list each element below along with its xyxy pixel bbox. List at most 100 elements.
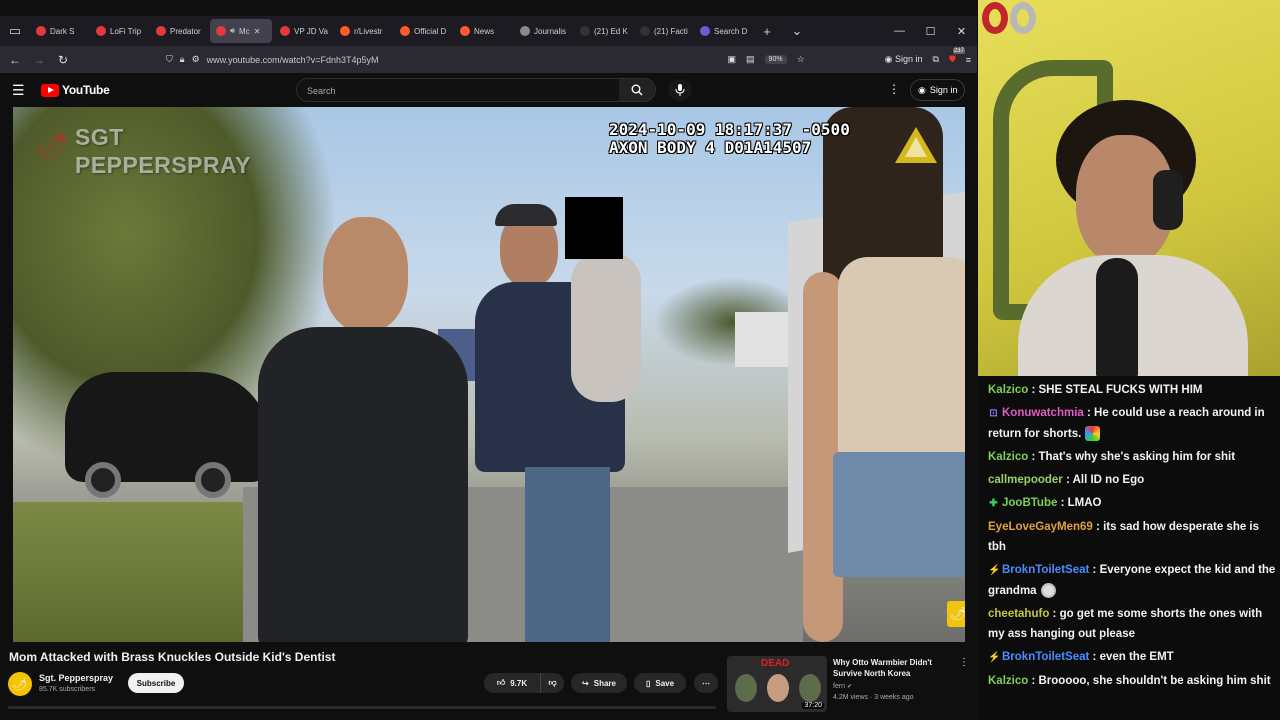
horizontal-scrollbar[interactable]: [8, 706, 716, 709]
chat-username[interactable]: Kalzico: [988, 675, 1028, 687]
window-controls: — ☐ ✕: [884, 25, 977, 38]
speaker-icon[interactable]: 🔊︎: [230, 26, 235, 36]
browser-window: ▭ Dark S LoFi Trip Predator 🔊︎ Mc ✕ VP JD Va r/…: [0, 0, 977, 720]
browser-tab[interactable]: LoFi Trip: [90, 19, 148, 43]
chat-username[interactable]: BroknToiletSeat: [1002, 651, 1089, 663]
person-sweatshirt: [258, 327, 468, 642]
chat-username[interactable]: callmepooder: [988, 474, 1063, 486]
search-icon: [631, 84, 643, 96]
save-button[interactable]: ▯ Save: [634, 673, 686, 693]
new-tab-button[interactable]: +: [752, 16, 782, 46]
picture-icon[interactable]: ▣: [728, 54, 737, 65]
chat-separator: :: [1062, 474, 1073, 486]
chat-text: LMAO: [1067, 497, 1102, 509]
tab-favicon-icon: [640, 26, 650, 36]
zoom-level[interactable]: 90%: [764, 55, 787, 64]
chat-username[interactable]: Kalzico: [988, 451, 1028, 463]
youtube-sign-in-button[interactable]: ◉ Sign in: [910, 79, 966, 101]
youtube-logo[interactable]: YouTube: [41, 83, 110, 97]
chat-badge-icon: ⚡: [988, 652, 1001, 663]
tab-favicon-icon: [156, 26, 166, 36]
hamburger-menu-icon[interactable]: ☰: [12, 82, 25, 99]
subscribe-button[interactable]: Subscribe: [128, 673, 184, 693]
chat-emote-icon: [1040, 583, 1056, 599]
reader-icon[interactable]: ▤: [746, 54, 755, 65]
settings-kebab-icon[interactable]: ⋮: [888, 82, 900, 96]
video-player[interactable]: 🌶︎ SGT PEPPERSPRAY 2024-10-09 18:17:37 -…: [13, 107, 965, 642]
lock-icon: 🔒︎: [179, 54, 185, 64]
chat-separator: :: [1089, 564, 1100, 576]
chat-username[interactable]: Konuwatchmia: [1002, 407, 1084, 419]
chat-username[interactable]: Kalzico: [988, 384, 1028, 396]
tab-label: Official D: [414, 26, 447, 36]
stream-chat: Kalzico : SHE STEAL FUCKS WITH HIM ⊡ Konuw…: [978, 376, 1280, 720]
youtube-play-icon: [41, 83, 59, 97]
channel-watermark-line2: PEPPERSPRAY: [75, 152, 251, 178]
tab-list-button[interactable]: ⌄: [782, 16, 812, 46]
browser-tab[interactable]: News: [454, 19, 512, 43]
account-sign-in[interactable]: ◉ Sign in: [885, 54, 923, 65]
chat-message: callmepooder : All ID no Ego: [988, 470, 1276, 490]
browser-tab[interactable]: r/Livestr: [334, 19, 392, 43]
maximize-button[interactable]: ☐: [915, 25, 946, 38]
recommended-video-thumbnail[interactable]: DEAD 37:20: [727, 656, 827, 712]
browser-tab[interactable]: (21) Facti: [634, 19, 692, 43]
chat-message: ✚ JooBTube : LMAO: [988, 493, 1276, 514]
chat-message: ⚡ BroknToiletSeat : Everyone expect the k…: [988, 560, 1276, 601]
browser-tab[interactable]: 🔊︎ Mc ✕: [210, 19, 272, 43]
voice-search-button[interactable]: [668, 79, 692, 101]
close-tab-icon[interactable]: ✕: [254, 27, 261, 36]
chat-message: Kalzico : That's why she's asking him fo…: [988, 447, 1276, 467]
chat-text: Brooooo, she shouldn't be asking him shi…: [1038, 675, 1271, 687]
car-wheel: [195, 462, 231, 498]
dislike-button[interactable]: 👎︎: [540, 673, 564, 693]
recommended-video-title[interactable]: Why Otto Warmbier Didn't Survive North K…: [833, 657, 951, 679]
recommended-more-icon[interactable]: ⋮: [959, 657, 969, 668]
search-button[interactable]: [619, 79, 655, 101]
tab-favicon-icon: [580, 26, 590, 36]
browser-tab[interactable]: Dark S: [30, 19, 88, 43]
share-button[interactable]: ↪ Share: [571, 673, 627, 693]
minimize-button[interactable]: —: [884, 25, 915, 38]
browser-tab[interactable]: Predator: [150, 19, 208, 43]
channel-avatar[interactable]: 🌶︎: [8, 672, 32, 696]
ublock-icon[interactable]: ⛊ 237: [949, 48, 965, 65]
video-scene-grass: [13, 502, 243, 642]
recommended-channel[interactable]: fern ✔: [833, 683, 852, 690]
share-icon: ↪: [582, 678, 589, 688]
bodycam-timestamp: 2024-10-09 18:17:37 -0500 AXON BODY 4 D0…: [609, 121, 850, 157]
tab-overview-icon[interactable]: ▭: [0, 16, 30, 46]
search-input[interactable]: Search: [297, 79, 619, 101]
close-window-button[interactable]: ✕: [946, 25, 977, 38]
shield-icon: ⛉: [166, 54, 173, 64]
browser-tab[interactable]: Journalis: [514, 19, 572, 43]
browser-tab[interactable]: Official D: [394, 19, 452, 43]
extensions-icon[interactable]: ⧉: [933, 54, 939, 65]
browser-tab[interactable]: Search D: [694, 19, 752, 43]
tab-label: r/Livestr: [354, 26, 383, 36]
chat-username[interactable]: BroknToiletSeat: [1002, 564, 1089, 576]
browser-tab[interactable]: VP JD Va: [274, 19, 332, 43]
more-actions-button[interactable]: ⋯: [694, 673, 718, 693]
like-button[interactable]: 👍︎ 9.7K: [484, 673, 540, 693]
screen: ▭ Dark S LoFi Trip Predator 🔊︎ Mc ✕ VP JD Va r/…: [0, 0, 1280, 720]
chat-username[interactable]: EyeLoveGayMen69: [988, 521, 1093, 533]
address-bar[interactable]: ⛉ 🔒︎ ⚙ www.youtube.com/watch?v=Fdnh3T4p5…: [78, 49, 722, 71]
chat-separator: :: [1028, 451, 1039, 463]
tab-favicon-icon: [520, 26, 530, 36]
channel-corner-logo-icon: 🌶︎: [947, 601, 965, 627]
chat-username[interactable]: JooBTube: [1002, 497, 1057, 509]
reload-button[interactable]: ↻: [54, 51, 72, 69]
browser-tab[interactable]: (21) Ed K: [574, 19, 632, 43]
channel-name[interactable]: Sgt. Pepperspray: [39, 673, 113, 683]
chat-message: EyeLoveGayMen69 : its sad how desperate …: [988, 517, 1276, 557]
chat-text: SHE STEAL FUCKS WITH HIM: [1038, 384, 1203, 396]
app-menu-icon[interactable]: ≡: [966, 55, 971, 65]
back-button[interactable]: ←: [6, 51, 24, 69]
chat-username[interactable]: cheetahufo: [988, 608, 1049, 620]
chat-message: ⚡ BroknToiletSeat : even the EMT: [988, 647, 1276, 668]
bookmark-star-icon[interactable]: ☆: [797, 54, 805, 65]
thumbnail-face: [767, 674, 789, 702]
account-sign-in-label: Sign in: [895, 54, 923, 64]
forward-button[interactable]: →: [30, 51, 48, 69]
